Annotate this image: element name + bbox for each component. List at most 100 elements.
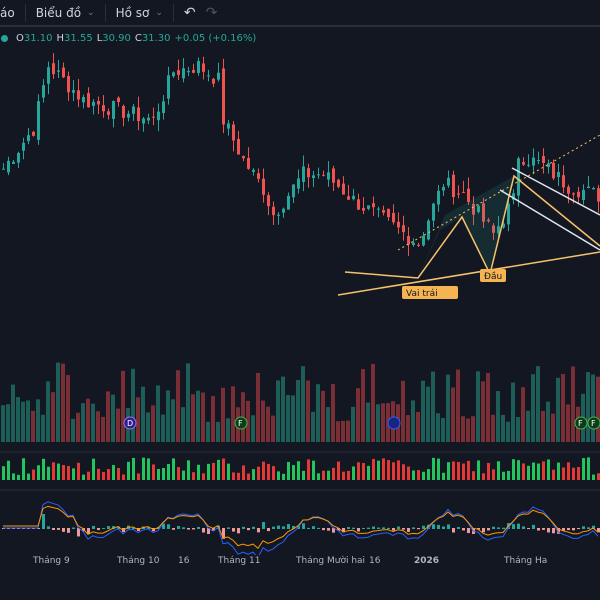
candle-body bbox=[452, 174, 455, 198]
candle-body bbox=[127, 113, 130, 118]
volume-bar bbox=[256, 372, 260, 442]
macd-histogram-bar bbox=[262, 521, 265, 529]
macd-histogram-bar bbox=[92, 525, 95, 529]
flow-bar bbox=[452, 461, 455, 480]
chevron-down-icon: ⌄ bbox=[155, 7, 163, 18]
flow-bar bbox=[272, 466, 275, 480]
flow-bar bbox=[52, 462, 55, 480]
flow-bar bbox=[442, 472, 445, 480]
flow-bar bbox=[487, 462, 490, 480]
flow-bar bbox=[232, 472, 235, 480]
candle-body bbox=[222, 68, 225, 125]
flow-bar bbox=[407, 466, 410, 480]
candle-body bbox=[297, 178, 300, 189]
candle-body bbox=[132, 106, 135, 114]
flow-bar bbox=[142, 457, 145, 480]
chevron-down-icon: ⌄ bbox=[87, 7, 95, 18]
macd-histogram-bar bbox=[462, 528, 465, 531]
chart-menu-button[interactable]: Biểu đồ ⌄ bbox=[26, 0, 105, 25]
flow-bar bbox=[77, 462, 80, 480]
candle-body bbox=[577, 191, 580, 198]
volume-bar bbox=[181, 407, 185, 442]
candle-body bbox=[282, 208, 285, 213]
flow-bar bbox=[497, 461, 500, 480]
macd-histogram-bar bbox=[577, 528, 580, 530]
flow-bar bbox=[162, 467, 165, 480]
candle-body bbox=[292, 184, 295, 198]
flow-bar bbox=[362, 463, 365, 480]
redo-button[interactable]: ↷ bbox=[206, 0, 218, 25]
candle-body bbox=[92, 101, 95, 106]
macd-histogram-bar bbox=[392, 528, 395, 531]
volume-bar bbox=[171, 399, 175, 442]
volume-bar bbox=[411, 400, 415, 442]
macd-histogram-bar bbox=[532, 524, 535, 529]
candle-body bbox=[382, 209, 385, 213]
flow-bar bbox=[472, 471, 475, 480]
volume-bar bbox=[41, 414, 45, 442]
flow-bar bbox=[137, 473, 140, 480]
candle-body bbox=[47, 67, 50, 84]
candle-body bbox=[17, 152, 20, 163]
flow-bar bbox=[262, 461, 265, 480]
volume-bar bbox=[156, 385, 160, 442]
flow-bar bbox=[222, 458, 225, 480]
price-chart[interactable]: Vai tráiĐầuD F F F bbox=[0, 50, 600, 555]
flow-bar bbox=[172, 458, 175, 480]
volume-bar bbox=[46, 381, 50, 442]
top-toolbar: áo Biểu đồ ⌄ Hồ sơ ⌄ ↶ ↷ bbox=[0, 0, 600, 27]
flow-bar bbox=[387, 460, 390, 480]
candle-body bbox=[157, 111, 160, 121]
candle-body bbox=[112, 101, 115, 119]
volume-bar bbox=[66, 375, 70, 442]
candle-body bbox=[362, 207, 365, 211]
volume-bar bbox=[501, 414, 505, 442]
macd-histogram-bar bbox=[407, 528, 410, 532]
candle-body bbox=[592, 187, 595, 190]
undo-button[interactable]: ↶ bbox=[174, 0, 206, 25]
candle-body bbox=[122, 105, 125, 118]
volume-bar bbox=[36, 399, 40, 442]
volume-bar bbox=[536, 366, 540, 442]
volume-bar bbox=[166, 390, 170, 442]
candle-body bbox=[517, 158, 520, 196]
macd-histogram-bar bbox=[312, 526, 315, 529]
macd-histogram-bar bbox=[492, 526, 495, 529]
flow-bar bbox=[542, 461, 545, 480]
macd-histogram-bar bbox=[537, 528, 540, 531]
volume-bar bbox=[151, 405, 155, 442]
volume-bar bbox=[571, 366, 575, 442]
macd-histogram-bar bbox=[72, 527, 75, 529]
time-axis[interactable]: Tháng 9 Tháng 10 16 Tháng 11 Tháng Mười … bbox=[0, 556, 600, 572]
flow-bar bbox=[212, 462, 215, 480]
profile-menu-button[interactable]: Hồ sơ ⌄ bbox=[106, 0, 173, 25]
candle-body bbox=[172, 72, 175, 77]
flow-bar bbox=[447, 462, 450, 480]
macd-histogram-bar bbox=[62, 528, 65, 532]
change-value: +0.05 (+0.16%) bbox=[174, 33, 257, 44]
flow-bar bbox=[337, 461, 340, 480]
macd-histogram-bar bbox=[547, 528, 550, 533]
volume-bar bbox=[366, 402, 370, 442]
flow-bar bbox=[292, 465, 295, 480]
flow-bar bbox=[177, 467, 180, 480]
flow-bar bbox=[242, 465, 245, 480]
flow-bar bbox=[132, 457, 135, 480]
candle-body bbox=[447, 177, 450, 186]
flow-bar bbox=[277, 471, 280, 480]
event-marker-label: F bbox=[238, 419, 243, 428]
left-shoulder-label: Vai trái bbox=[406, 289, 438, 299]
flow-bar bbox=[152, 464, 155, 480]
flow-bar bbox=[182, 470, 185, 480]
time-label: Tháng 10 bbox=[117, 556, 160, 566]
candle-body bbox=[312, 175, 315, 179]
toolbar-item-partial[interactable]: áo bbox=[0, 0, 25, 25]
macd-histogram-bar bbox=[267, 528, 270, 532]
macd-histogram-bar bbox=[357, 528, 360, 532]
flow-bar bbox=[37, 465, 40, 480]
volume-bar bbox=[31, 410, 35, 442]
candle-body bbox=[302, 166, 305, 183]
macd-histogram-bar bbox=[497, 527, 500, 529]
macd-histogram-bar bbox=[482, 528, 485, 533]
time-label: 16 bbox=[369, 556, 381, 566]
